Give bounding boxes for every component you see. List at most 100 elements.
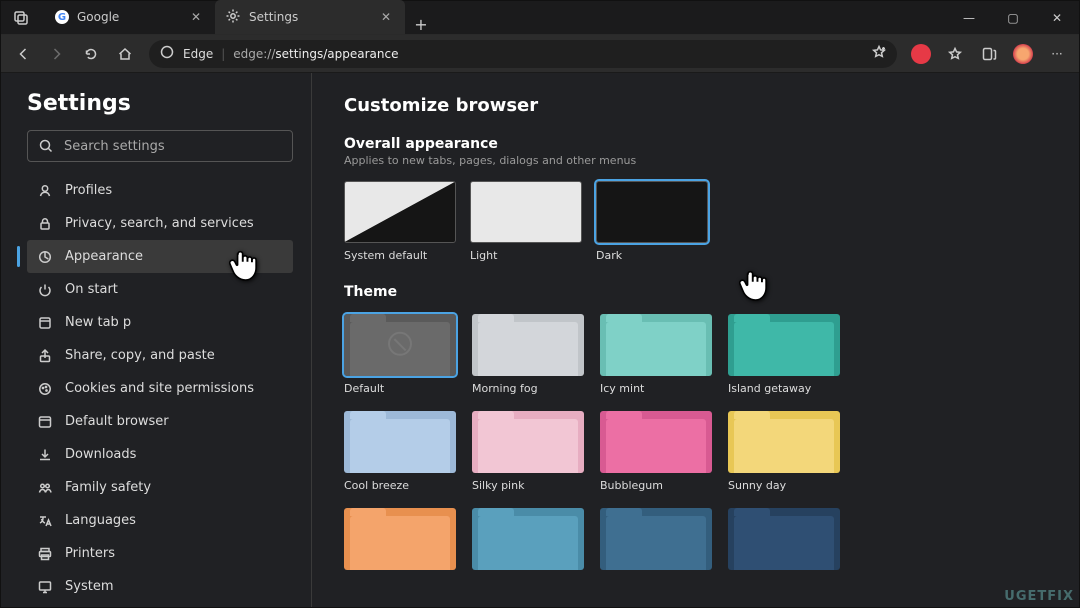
cookie-icon <box>37 381 53 397</box>
sidebar-item-cookie[interactable]: Cookies and site permissions <box>27 372 293 405</box>
theme-option[interactable]: Sunny day <box>728 411 840 492</box>
sidebar-item-printer[interactable]: Printers <box>27 537 293 570</box>
favorites-button[interactable] <box>939 39 971 69</box>
theme-option[interactable]: Cool breeze <box>344 411 456 492</box>
sidebar-item-download[interactable]: Downloads <box>27 438 293 471</box>
back-button[interactable] <box>7 39 39 69</box>
minimize-button[interactable]: — <box>947 1 991 34</box>
sidebar-item-square[interactable]: New tab p <box>27 306 293 339</box>
sidebar-item-label: Appearance <box>65 249 143 264</box>
sidebar-item-label: Privacy, search, and services <box>65 216 254 231</box>
google-icon: G <box>55 10 69 24</box>
sidebar-item-label: Languages <box>65 513 136 528</box>
reading-mode-icon[interactable] <box>871 44 887 63</box>
sidebar-item-label: Family safety <box>65 480 151 495</box>
content-body: Settings Search settings Profiles Privacy… <box>1 73 1079 607</box>
tab-strip: G Google ✕ Settings ✕ + <box>41 1 947 34</box>
theme-option[interactable]: Morning fog <box>472 314 584 395</box>
sidebar-item-label: Share, copy, and paste <box>65 348 215 363</box>
theme-option[interactable] <box>728 508 840 576</box>
option-label: Light <box>470 249 582 262</box>
theme-title: Theme <box>344 284 1047 300</box>
sidebar-item-profile[interactable]: Profiles <box>27 174 293 207</box>
power-icon <box>37 282 53 298</box>
sidebar-item-reset[interactable]: Reset settings <box>27 603 293 607</box>
theme-grid: Default Morning fog Icy mint Island getaway… <box>344 314 1047 576</box>
download-icon <box>37 447 53 463</box>
sidebar-item-power[interactable]: On start <box>27 273 293 306</box>
theme-option[interactable]: Island getaway <box>728 314 840 395</box>
profile-avatar[interactable] <box>1007 39 1039 69</box>
appearance-option-system[interactable]: System default <box>344 181 456 262</box>
maximize-button[interactable]: ▢ <box>991 1 1035 34</box>
watermark: UGETFIX <box>1004 589 1074 604</box>
theme-option[interactable]: Silky pink <box>472 411 584 492</box>
theme-label: Sunny day <box>728 479 840 492</box>
theme-option[interactable]: Default <box>344 314 456 395</box>
lock-icon <box>37 216 53 232</box>
settings-nav: Profiles Privacy, search, and services App… <box>27 174 293 607</box>
window-controls: — ▢ ✕ <box>947 1 1079 34</box>
tab-label: Google <box>77 10 119 24</box>
settings-main: Customize browser Overall appearance App… <box>312 73 1079 607</box>
refresh-button[interactable] <box>75 39 107 69</box>
extension-icon[interactable] <box>905 39 937 69</box>
theme-option[interactable] <box>600 508 712 576</box>
sidebar-item-label: System <box>65 579 113 594</box>
theme-label: Morning fog <box>472 382 584 395</box>
app-window: G Google ✕ Settings ✕ + — ▢ ✕ Edge | ed <box>0 0 1080 608</box>
close-icon[interactable]: ✕ <box>187 10 205 24</box>
sidebar-item-appearance[interactable]: Appearance <box>27 240 293 273</box>
sidebar-item-label: Downloads <box>65 447 136 462</box>
theme-option[interactable] <box>472 508 584 576</box>
page-title: Customize browser <box>344 95 1047 116</box>
theme-option[interactable]: Icy mint <box>600 314 712 395</box>
tab-settings[interactable]: Settings ✕ <box>215 0 405 34</box>
overall-options: System default Light Dark <box>344 181 1047 262</box>
titlebar: G Google ✕ Settings ✕ + — ▢ ✕ <box>1 1 1079 35</box>
system-icon <box>37 579 53 595</box>
theme-option[interactable]: Bubblegum <box>600 411 712 492</box>
lang-icon <box>37 513 53 529</box>
option-label: Dark <box>596 249 708 262</box>
tab-actions-icon[interactable] <box>1 1 41 34</box>
theme-label: Cool breeze <box>344 479 456 492</box>
option-label: System default <box>344 249 456 262</box>
sidebar-item-share[interactable]: Share, copy, and paste <box>27 339 293 372</box>
new-tab-button[interactable]: + <box>405 15 437 34</box>
appearance-option-light[interactable]: Light <box>470 181 582 262</box>
sidebar-item-browser[interactable]: Default browser <box>27 405 293 438</box>
sidebar-item-label: Profiles <box>65 183 112 198</box>
close-icon[interactable]: ✕ <box>377 10 395 24</box>
sidebar-item-label: Default browser <box>65 414 169 429</box>
sidebar-item-family[interactable]: Family safety <box>27 471 293 504</box>
search-icon <box>38 138 54 154</box>
edge-label: Edge <box>183 47 213 61</box>
profile-icon <box>37 183 53 199</box>
sidebar-item-label: New tab p <box>65 315 131 330</box>
theme-label: Silky pink <box>472 479 584 492</box>
settings-title: Settings <box>27 91 293 116</box>
theme-label: Default <box>344 382 456 395</box>
edge-icon <box>159 44 175 63</box>
appearance-option-dark[interactable]: Dark <box>596 181 708 262</box>
forward-button[interactable] <box>41 39 73 69</box>
home-button[interactable] <box>109 39 141 69</box>
overall-title: Overall appearance <box>344 136 1047 152</box>
search-input[interactable]: Search settings <box>27 130 293 162</box>
sidebar-item-label: Printers <box>65 546 115 561</box>
address-bar[interactable]: Edge | edge://settings/appearance <box>149 40 897 68</box>
close-button[interactable]: ✕ <box>1035 1 1079 34</box>
square-icon <box>37 315 53 331</box>
sidebar-item-system[interactable]: System <box>27 570 293 603</box>
theme-label: Icy mint <box>600 382 712 395</box>
tab-google[interactable]: G Google ✕ <box>45 0 215 34</box>
collections-button[interactable] <box>973 39 1005 69</box>
overall-subtitle: Applies to new tabs, pages, dialogs and … <box>344 154 1047 167</box>
family-icon <box>37 480 53 496</box>
gear-icon <box>225 8 241 27</box>
theme-option[interactable] <box>344 508 456 576</box>
more-button[interactable]: ··· <box>1041 39 1073 69</box>
sidebar-item-lock[interactable]: Privacy, search, and services <box>27 207 293 240</box>
sidebar-item-lang[interactable]: Languages <box>27 504 293 537</box>
